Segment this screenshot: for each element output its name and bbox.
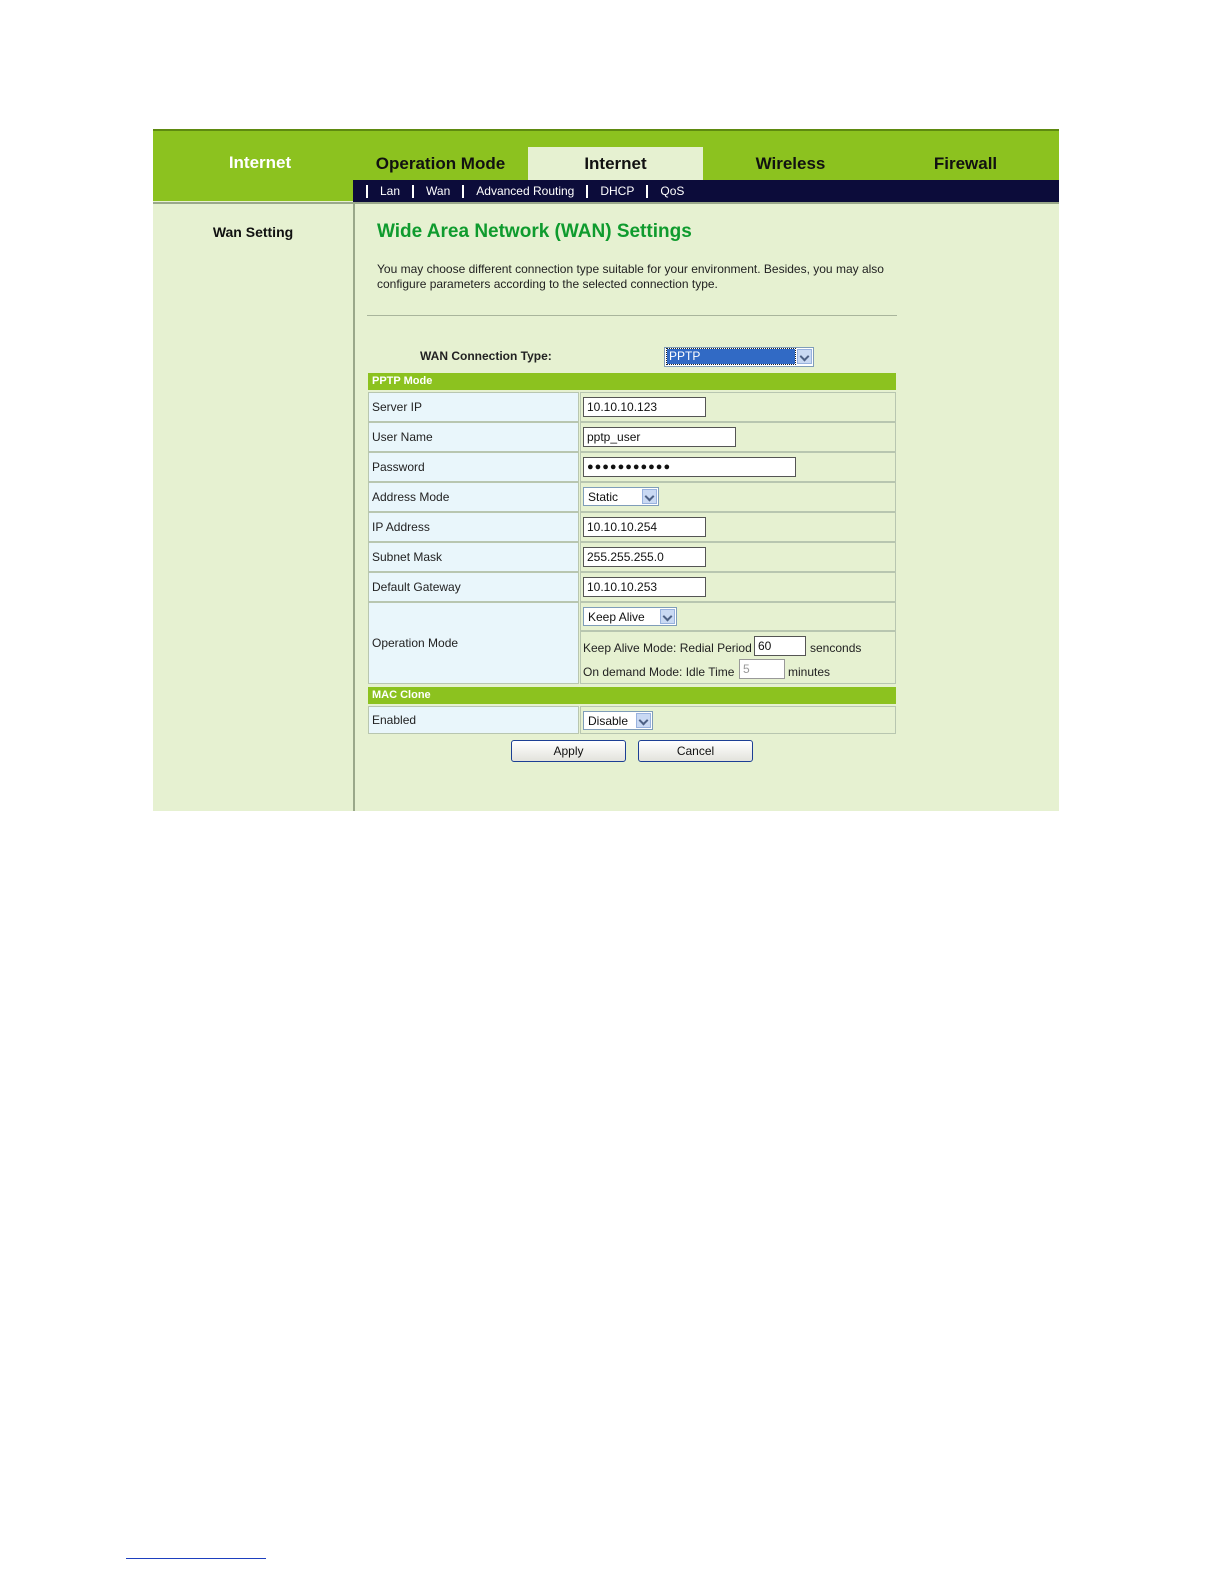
idle-time-input[interactable]: 5 xyxy=(739,659,785,679)
subnav-advanced-routing[interactable]: Advanced Routing xyxy=(462,185,586,198)
mac-clone-header: MAC Clone xyxy=(368,687,896,704)
page-description: You may choose different connection type… xyxy=(377,262,907,292)
user-name-cell: pptp_user xyxy=(580,422,896,452)
mac-enabled-row: Enabled Disable xyxy=(368,706,896,734)
redial-period-input[interactable]: 60 xyxy=(754,636,806,656)
user-name-row: User Name pptp_user xyxy=(368,422,896,452)
default-gateway-cell: 10.10.10.253 xyxy=(580,572,896,602)
server-ip-cell: 10.10.10.123 xyxy=(580,392,896,422)
default-gateway-label: Default Gateway xyxy=(368,572,579,602)
address-mode-value: Static xyxy=(588,490,619,504)
password-row: Password ●●●●●●●●●●● xyxy=(368,452,896,482)
tab-firewall[interactable]: Firewall xyxy=(878,147,1053,180)
mac-clone-select[interactable]: Disable xyxy=(583,711,653,730)
mac-clone-value: Disable xyxy=(588,714,629,728)
description-line: You may choose different connection type… xyxy=(377,262,884,276)
server-ip-input[interactable]: 10.10.10.123 xyxy=(583,397,706,417)
header-divider xyxy=(153,202,1059,204)
router-admin-page: Internet Operation Mode Internet Wireles… xyxy=(153,129,1059,811)
subnet-mask-row: Subnet Mask 255.255.255.0 xyxy=(368,542,896,572)
address-mode-label: Address Mode xyxy=(368,482,579,512)
password-input[interactable]: ●●●●●●●●●●● xyxy=(583,457,796,477)
operation-mode-select-cell: Keep Alive xyxy=(580,602,896,631)
on-demand-label: On demand Mode: Idle Time xyxy=(583,665,735,679)
subnet-mask-input[interactable]: 255.255.255.0 xyxy=(583,547,706,567)
ip-address-label: IP Address xyxy=(368,512,579,542)
operation-mode-label: Operation Mode xyxy=(368,602,579,684)
apply-button[interactable]: Apply xyxy=(511,740,626,762)
wan-connection-type-value: PPTP xyxy=(666,348,796,365)
wan-connection-type-label: WAN Connection Type: xyxy=(420,349,552,363)
ip-address-input[interactable]: 10.10.10.254 xyxy=(583,517,706,537)
subnav-wan[interactable]: Wan xyxy=(412,185,462,198)
subnet-mask-label: Subnet Mask xyxy=(368,542,579,572)
sub-navigation: Lan Wan Advanced Routing DHCP QoS xyxy=(353,180,1059,203)
subnet-mask-cell: 255.255.255.0 xyxy=(580,542,896,572)
user-name-input[interactable]: pptp_user xyxy=(583,427,736,447)
idle-time-unit: minutes xyxy=(788,665,831,679)
sidebar-divider xyxy=(353,204,355,811)
password-cell: ●●●●●●●●●●● xyxy=(580,452,896,482)
chevron-down-icon xyxy=(642,489,657,504)
tab-operation-mode[interactable]: Operation Mode xyxy=(353,147,528,180)
keep-alive-label: Keep Alive Mode: Redial Period xyxy=(583,641,752,655)
operation-mode-value: Keep Alive xyxy=(588,610,645,624)
subnav-lan[interactable]: Lan xyxy=(366,185,412,198)
section-divider xyxy=(367,315,897,316)
chevron-down-icon xyxy=(797,349,812,364)
server-ip-label: Server IP xyxy=(368,392,579,422)
sidebar-item-wan-setting[interactable]: Wan Setting xyxy=(153,224,353,240)
default-gateway-input[interactable]: 10.10.10.253 xyxy=(583,577,706,597)
cancel-button[interactable]: Cancel xyxy=(638,740,753,762)
chevron-down-icon xyxy=(636,713,651,728)
mac-enabled-label: Enabled xyxy=(368,706,579,734)
address-mode-cell: Static xyxy=(580,482,896,512)
mac-enabled-cell: Disable xyxy=(580,706,896,734)
operation-mode-row: Operation Mode Keep Alive Keep Alive Mod… xyxy=(368,602,896,684)
address-mode-row: Address Mode Static xyxy=(368,482,896,512)
subnav-qos[interactable]: QoS xyxy=(646,185,696,198)
operation-mode-select[interactable]: Keep Alive xyxy=(583,607,677,626)
page-title: Wide Area Network (WAN) Settings xyxy=(377,221,692,242)
server-ip-row: Server IP 10.10.10.123 xyxy=(368,392,896,422)
user-name-label: User Name xyxy=(368,422,579,452)
header-section-title: Internet xyxy=(228,153,292,172)
operation-mode-options-cell: Keep Alive Mode: Redial Period 60 sencon… xyxy=(580,631,896,684)
pptp-mode-header: PPTP Mode xyxy=(368,373,896,390)
default-gateway-row: Default Gateway 10.10.10.253 xyxy=(368,572,896,602)
footnote-divider xyxy=(126,1558,266,1559)
tab-wireless[interactable]: Wireless xyxy=(703,147,878,180)
wan-connection-type-select[interactable]: PPTP xyxy=(664,347,814,367)
tab-internet[interactable]: Internet xyxy=(528,147,703,180)
password-label: Password xyxy=(368,452,579,482)
subnav-dhcp[interactable]: DHCP xyxy=(586,185,646,198)
top-header: Internet Operation Mode Internet Wireles… xyxy=(153,129,1059,203)
address-mode-select[interactable]: Static xyxy=(583,487,659,506)
description-line: configure parameters according to the se… xyxy=(377,277,718,291)
ip-address-cell: 10.10.10.254 xyxy=(580,512,896,542)
ip-address-row: IP Address 10.10.10.254 xyxy=(368,512,896,542)
redial-period-unit: senconds xyxy=(810,641,862,655)
chevron-down-icon xyxy=(660,609,675,624)
